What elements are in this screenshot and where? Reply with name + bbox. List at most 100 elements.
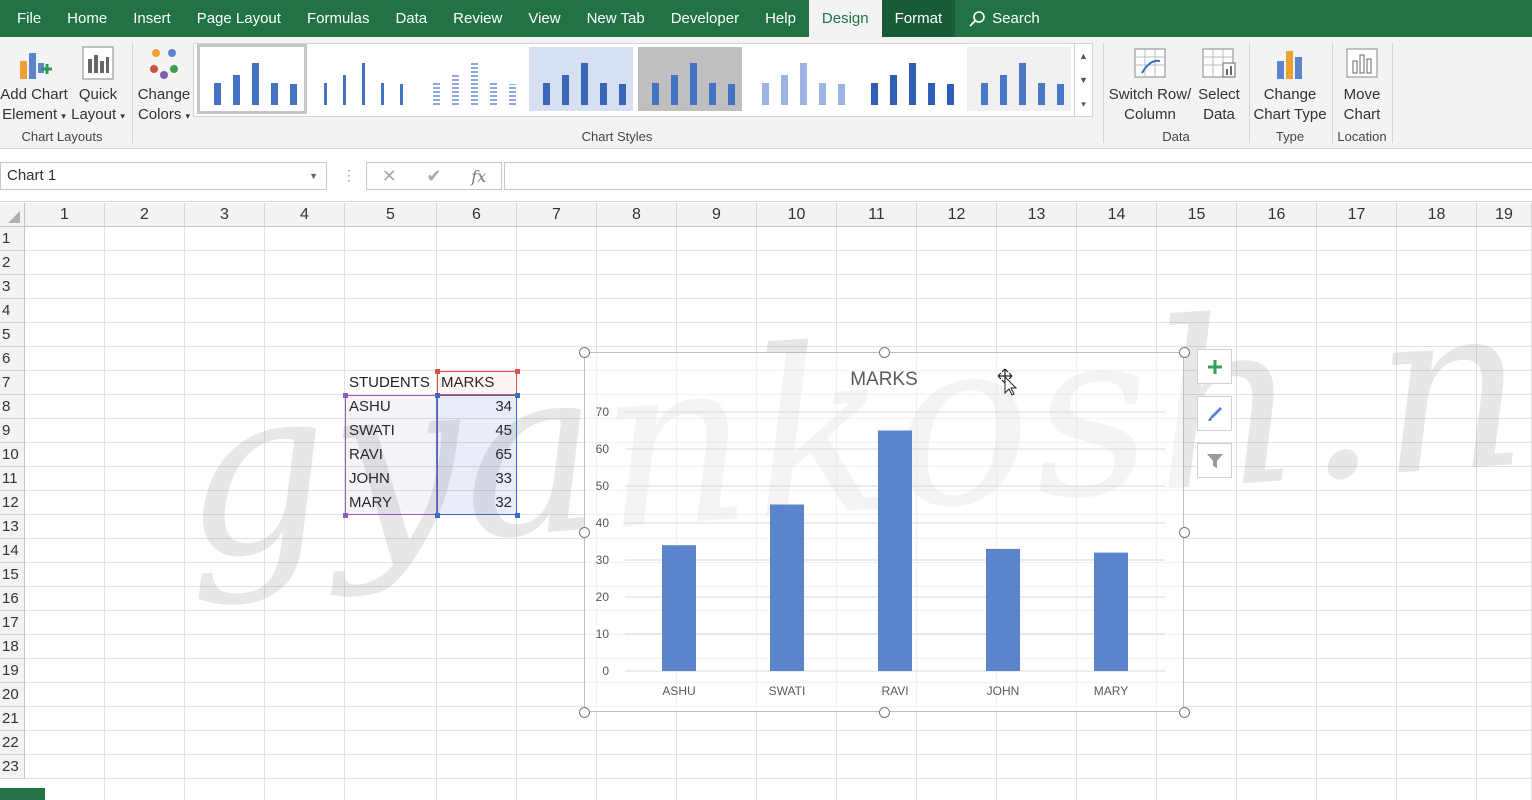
student-name-cell[interactable]: JOHN: [345, 467, 437, 491]
column-header[interactable]: 11: [837, 203, 917, 227]
chart-style-3[interactable]: [419, 47, 523, 111]
enter-icon[interactable]: ✔: [427, 166, 442, 187]
column-header[interactable]: 14: [1077, 203, 1157, 227]
chart-bar-john[interactable]: [986, 548, 1020, 671]
gallery-up-icon[interactable]: ▲: [1075, 44, 1092, 68]
row-header[interactable]: 4: [0, 299, 25, 323]
column-header[interactable]: 13: [997, 203, 1077, 227]
column-header[interactable]: 7: [517, 203, 597, 227]
range-corner-handle[interactable]: [514, 512, 520, 518]
column-header[interactable]: 17: [1317, 203, 1397, 227]
switch-row-column-button[interactable]: Switch Row/ Column: [1106, 45, 1194, 125]
name-box-dropdown-icon[interactable]: ▼: [309, 163, 318, 189]
row-header[interactable]: 3: [0, 275, 25, 299]
table-header-students[interactable]: STUDENTS: [345, 371, 437, 395]
range-corner-handle[interactable]: [514, 392, 520, 398]
tab-new-tab[interactable]: New Tab: [574, 0, 658, 37]
row-header[interactable]: 20: [0, 683, 25, 707]
column-chart[interactable]: MARKS 0 10 20 30 40 50 60 70 ASHU SWATI RAVI JOHN MAR…: [585, 353, 1183, 711]
range-corner-handle[interactable]: [434, 392, 440, 398]
row-header[interactable]: 17: [0, 611, 25, 635]
student-name-cell[interactable]: MARY: [345, 491, 437, 515]
select-all-corner[interactable]: [0, 203, 25, 227]
tab-help[interactable]: Help: [752, 0, 809, 37]
resize-handle[interactable]: [578, 706, 590, 718]
formula-bar-resize-icon[interactable]: ⋮: [342, 167, 356, 184]
marks-cell[interactable]: 45: [437, 419, 517, 443]
change-colors-button[interactable]: Change Colors ▾: [134, 45, 194, 126]
tab-developer[interactable]: Developer: [658, 0, 752, 37]
column-header[interactable]: 16: [1237, 203, 1317, 227]
resize-handle[interactable]: [1178, 346, 1190, 358]
chart-styles-button[interactable]: [1197, 396, 1232, 431]
chart-style-4[interactable]: [528, 47, 633, 111]
row-header[interactable]: 10: [0, 443, 25, 467]
gallery-more-icon[interactable]: ▾: [1075, 92, 1092, 116]
chart-elements-button[interactable]: [1197, 349, 1232, 384]
column-header[interactable]: 6: [437, 203, 517, 227]
marks-cell[interactable]: 65: [437, 443, 517, 467]
formula-input[interactable]: [504, 162, 1532, 190]
row-header[interactable]: 7: [0, 371, 25, 395]
table-header-marks[interactable]: MARKS: [437, 371, 517, 395]
cancel-icon[interactable]: ✕: [382, 166, 397, 187]
chart-style-7[interactable]: [857, 47, 961, 111]
student-name-cell[interactable]: RAVI: [345, 443, 437, 467]
resize-handle[interactable]: [578, 346, 590, 358]
gallery-down-icon[interactable]: ▼: [1075, 68, 1092, 92]
resize-handle[interactable]: [878, 346, 890, 358]
column-header[interactable]: 15: [1157, 203, 1237, 227]
row-header[interactable]: 23: [0, 755, 25, 779]
column-header[interactable]: 4: [265, 203, 345, 227]
tab-format[interactable]: Format: [881, 0, 956, 37]
marks-cell[interactable]: 33: [437, 467, 517, 491]
resize-handle[interactable]: [878, 706, 890, 718]
insert-function-icon[interactable]: fx: [471, 167, 486, 186]
quick-layout-button[interactable]: Quick Layout ▾: [68, 45, 128, 126]
student-name-cell[interactable]: SWATI: [345, 419, 437, 443]
move-chart-button[interactable]: Move Chart: [1334, 45, 1390, 125]
add-chart-element-button[interactable]: Add Chart Element ▾: [0, 45, 68, 126]
row-header[interactable]: 8: [0, 395, 25, 419]
tab-data[interactable]: Data: [382, 0, 440, 37]
tab-home[interactable]: Home: [54, 0, 120, 37]
tab-formulas[interactable]: Formulas: [294, 0, 383, 37]
student-name-cell[interactable]: ASHU: [345, 395, 437, 419]
tab-page-layout[interactable]: Page Layout: [184, 0, 294, 37]
select-data-button[interactable]: Select Data: [1194, 45, 1244, 125]
range-corner-handle[interactable]: [514, 368, 520, 374]
range-corner-handle[interactable]: [434, 512, 440, 518]
row-header[interactable]: 19: [0, 659, 25, 683]
row-header[interactable]: 13: [0, 515, 25, 539]
marks-cell[interactable]: 32: [437, 491, 517, 515]
tab-design[interactable]: Design: [808, 0, 882, 37]
tab-insert[interactable]: Insert: [120, 0, 184, 37]
search-box[interactable]: Search: [955, 0, 1053, 37]
column-header[interactable]: 5: [345, 203, 437, 227]
row-header[interactable]: 11: [0, 467, 25, 491]
column-header[interactable]: 10: [757, 203, 837, 227]
resize-handle[interactable]: [1178, 706, 1190, 718]
row-header[interactable]: 22: [0, 731, 25, 755]
row-header[interactable]: 15: [0, 563, 25, 587]
column-header[interactable]: 1: [25, 203, 105, 227]
row-header[interactable]: 2: [0, 251, 25, 275]
row-header[interactable]: 1: [0, 227, 25, 251]
chart-bar-ashu[interactable]: [662, 545, 696, 671]
chart-bar-mary[interactable]: [1094, 552, 1128, 671]
row-header[interactable]: 16: [0, 587, 25, 611]
range-corner-handle[interactable]: [342, 392, 348, 398]
tab-view[interactable]: View: [515, 0, 573, 37]
row-header[interactable]: 14: [0, 539, 25, 563]
chart-bar-swati[interactable]: [770, 504, 804, 672]
row-header[interactable]: 12: [0, 491, 25, 515]
chart-bar-ravi[interactable]: [878, 430, 912, 672]
chart-area[interactable]: MARKS 0 10 20 30 40 50 60 70 ASHU SWATI RAVI JOHN MAR…: [584, 352, 1184, 712]
column-header[interactable]: 2: [105, 203, 185, 227]
row-header[interactable]: 18: [0, 635, 25, 659]
change-chart-type-button[interactable]: Change Chart Type: [1252, 45, 1328, 125]
marks-cell[interactable]: 34: [437, 395, 517, 419]
resize-handle[interactable]: [578, 526, 590, 538]
tab-review[interactable]: Review: [440, 0, 515, 37]
column-header[interactable]: 9: [677, 203, 757, 227]
